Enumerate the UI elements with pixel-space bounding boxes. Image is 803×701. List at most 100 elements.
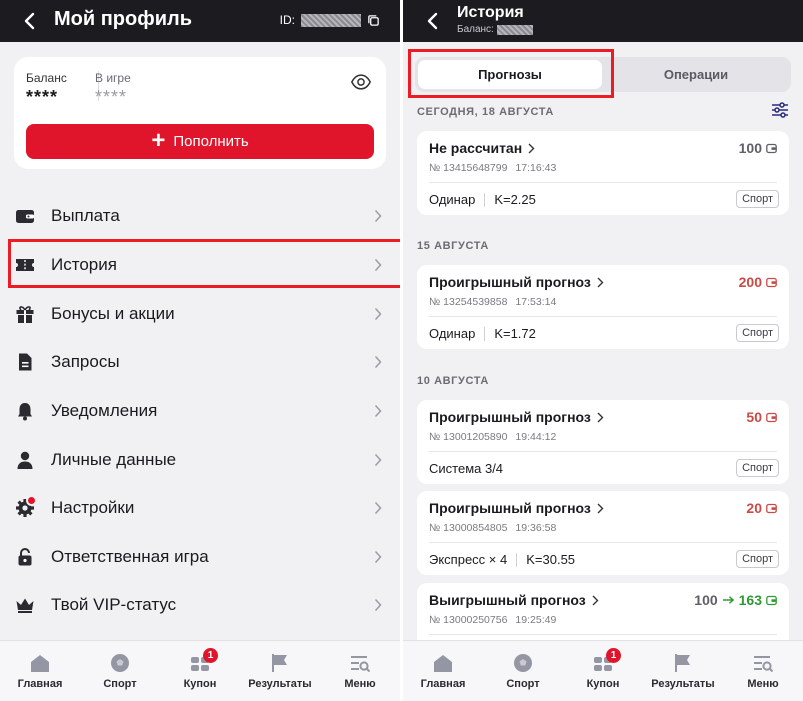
balance-subtitle: Баланс:: [457, 24, 533, 35]
menu-item-responsible-gaming[interactable]: Ответственная игра: [0, 533, 400, 581]
menu-item-notifications[interactable]: Уведомления: [0, 387, 400, 435]
tab-label: Купон: [586, 678, 620, 690]
bet-meta: № 13254539858 17:53:14: [429, 296, 556, 308]
tab-results[interactable]: Результаты: [643, 641, 723, 701]
bet-stake: 200: [738, 274, 762, 290]
tab-menu[interactable]: Меню: [723, 641, 803, 701]
bet-status: Выигрышный прогноз: [429, 592, 599, 608]
tab-sport[interactable]: Спорт: [80, 641, 160, 701]
bet-number: № 13254539858: [429, 296, 508, 308]
tab-home[interactable]: Главная: [0, 641, 80, 701]
bottom-navigation: Главная Спорт 1 Купон Результаты Меню: [0, 640, 400, 701]
divider: [429, 182, 777, 183]
bet-type: Экспресс × 4 K=30.55: [429, 552, 575, 567]
bet-status-text: Выигрышный прогноз: [429, 592, 586, 608]
bet-time: 19:44:12: [515, 431, 557, 443]
topup-button[interactable]: + Пополнить: [26, 124, 374, 159]
redacted-balance: [496, 24, 533, 35]
bet-status: Проигрышный прогноз: [429, 274, 604, 290]
profile-header: Мой профиль ID:: [0, 0, 400, 42]
page-title: Мой профиль: [54, 8, 193, 30]
tab-coupon[interactable]: 1 Купон: [563, 641, 643, 701]
bet-meta: № 13001205890 19:44:12: [429, 431, 556, 443]
chevron-right-icon: [597, 412, 604, 422]
tab-label: Меню: [747, 678, 779, 690]
tab-home[interactable]: Главная: [403, 641, 483, 701]
chevron-right-icon: [374, 355, 382, 369]
person-icon: [15, 450, 35, 470]
bet-status: Проигрышный прогноз: [429, 500, 604, 516]
menu-item-bonuses[interactable]: Бонусы и акции: [0, 290, 400, 338]
menu-item-requests[interactable]: Запросы: [0, 338, 400, 386]
bet-stake: 100: [694, 592, 718, 608]
balance-card: Баланс **** В игре **** + Пополнить: [14, 57, 386, 169]
sport-chip: Спорт: [736, 324, 779, 342]
tab-sport[interactable]: Спорт: [483, 641, 563, 701]
balance-label: Баланс: [26, 71, 67, 85]
bet-time: 19:25:49: [515, 614, 557, 626]
filter-icon[interactable]: [771, 101, 789, 119]
menu-item-personal-data[interactable]: Личные данные: [0, 436, 400, 484]
bet-type: Одинар K=2.25: [429, 192, 536, 207]
menu-label: Уведомления: [51, 401, 158, 420]
bet-kind: Система 3/4: [429, 461, 504, 476]
bet-kind: Одинар: [429, 326, 476, 341]
tab-coupon[interactable]: 1 Купон: [160, 641, 240, 701]
bottom-navigation: Главная Спорт 1 Купон Результаты Меню: [403, 640, 803, 701]
id-label: ID:: [279, 13, 295, 27]
bet-card[interactable]: Проигрышный прогноз № 13001205890 19:44:1…: [417, 400, 789, 484]
redacted-id: [301, 13, 361, 27]
date-header: 10 АВГУСТА: [417, 375, 489, 387]
bet-card[interactable]: Не рассчитан № 13415648799 17:16:43 100 О…: [417, 131, 789, 215]
wallet-icon: [766, 143, 777, 153]
history-header: История Баланс:: [403, 0, 803, 42]
tab-label: Результаты: [651, 678, 715, 690]
tab-label: Спорт: [506, 678, 540, 690]
wallet-icon: [766, 277, 777, 287]
in-game-value: ****: [95, 87, 128, 107]
menu-label: Настройки: [51, 498, 135, 517]
menu-label: Запросы: [51, 352, 120, 371]
bet-meta: № 13415648799 17:16:43: [429, 162, 556, 174]
plus-icon: +: [151, 126, 166, 154]
tab-label: Главная: [420, 678, 466, 690]
tab-operations[interactable]: Операции: [604, 60, 788, 89]
chevron-right-icon: [597, 277, 604, 287]
bet-coef: K=30.55: [526, 552, 576, 567]
sport-chip: Спорт: [736, 190, 779, 208]
chevron-right-icon: [597, 503, 604, 513]
bet-card[interactable]: Проигрышный прогноз № 13000854805 19:36:5…: [417, 491, 789, 575]
menu-item-vip-status[interactable]: Твой VIP-статус: [0, 581, 400, 629]
wallet-icon: [766, 503, 777, 513]
menu-item-settings[interactable]: Настройки: [0, 484, 400, 532]
balance-block: Баланс ****: [26, 71, 67, 108]
ball-icon: [514, 654, 532, 672]
bet-amount: 100: [739, 140, 777, 156]
menu-item-payout[interactable]: Выплата: [0, 192, 400, 240]
sport-chip: Спорт: [736, 459, 779, 477]
bet-coef: K=2.25: [494, 192, 536, 207]
chevron-right-icon: [528, 143, 535, 153]
back-button[interactable]: [12, 0, 46, 42]
copy-icon[interactable]: [367, 14, 380, 27]
bet-time: 17:16:43: [515, 162, 557, 174]
chevron-right-icon: [374, 307, 382, 321]
topup-label: Пополнить: [173, 133, 249, 150]
tab-menu[interactable]: Меню: [320, 641, 400, 701]
bet-card[interactable]: Проигрышный прогноз № 13254539858 17:53:1…: [417, 265, 789, 349]
back-button[interactable]: [415, 0, 449, 42]
bet-type: Система 3/4: [429, 461, 503, 476]
chevron-left-icon: [427, 12, 438, 30]
bet-time: 19:36:58: [515, 522, 557, 534]
in-game-block: В игре ****: [95, 71, 131, 108]
lock-icon: [15, 547, 35, 567]
menu-label: Личные данные: [51, 450, 177, 469]
bet-meta: № 13000250756 19:25:49: [429, 614, 556, 626]
tab-results[interactable]: Результаты: [240, 641, 320, 701]
divider: [429, 316, 777, 317]
eye-icon[interactable]: [350, 71, 372, 93]
highlight-box-history: [8, 239, 400, 288]
balance-label: Баланс:: [457, 24, 494, 35]
wallet-icon: [15, 206, 35, 226]
menu-label: Твой VIP-статус: [51, 595, 177, 614]
